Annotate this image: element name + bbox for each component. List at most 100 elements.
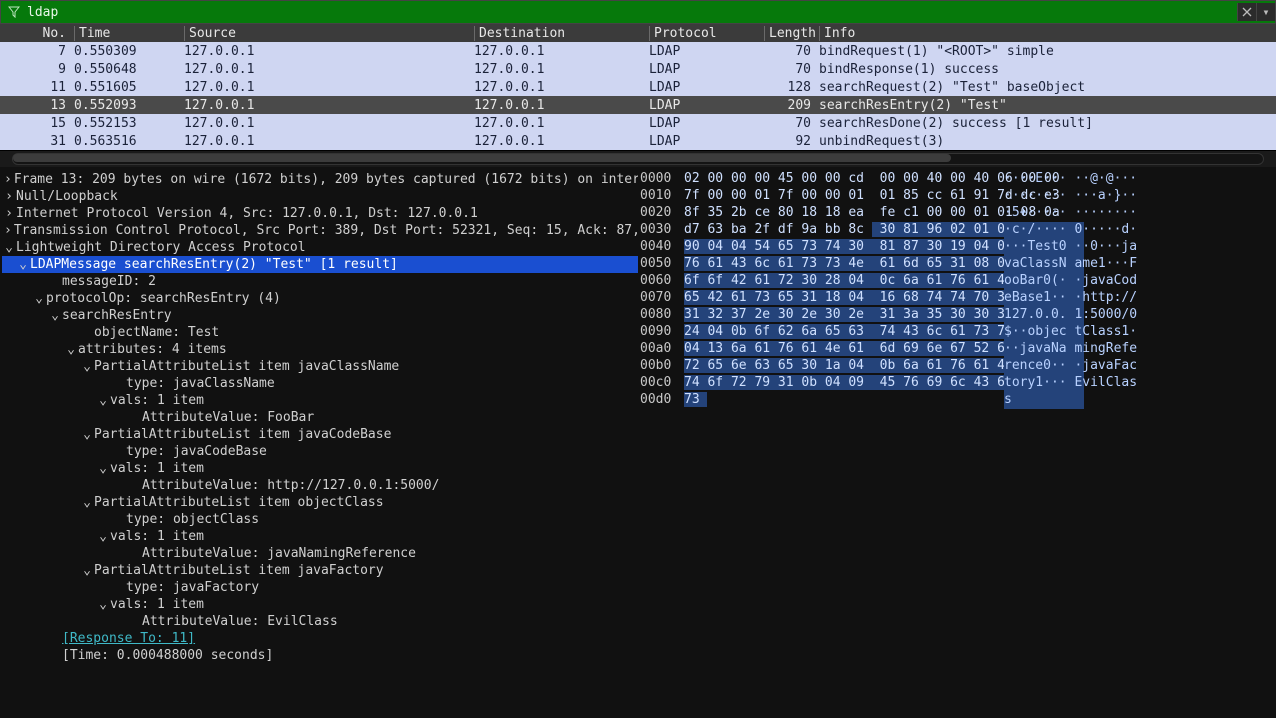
- packet-list-hscroll[interactable]: [0, 151, 1276, 167]
- packet-details-tree[interactable]: ›Frame 13: 209 bytes on wire (1672 bits)…: [0, 167, 638, 697]
- tree-node[interactable]: ·AttributeValue: EvilClass: [2, 613, 638, 630]
- tree-caret-icon[interactable]: ⌄: [82, 359, 92, 374]
- tree-node[interactable]: ⌄vals: 1 item: [2, 392, 638, 409]
- col-header-length[interactable]: Length: [764, 26, 819, 41]
- packet-bytes-hex[interactable]: 000002 00 00 00 45 00 00 cd 00 00 40 00 …: [638, 167, 1276, 697]
- tree-caret-icon[interactable]: ›: [4, 206, 14, 221]
- tree-caret-icon[interactable]: ›: [4, 172, 12, 187]
- tree-node[interactable]: ·type: javaCodeBase: [2, 443, 638, 460]
- packet-row[interactable]: 310.563516127.0.0.1127.0.0.1LDAP92unbind…: [0, 132, 1276, 150]
- hex-line[interactable]: 009024 04 0b 6f 62 6a 65 63 74 43 6c 61 …: [640, 324, 1276, 341]
- tree-node-label: vals: 1 item: [108, 529, 204, 544]
- tree-node-label: vals: 1 item: [108, 597, 204, 612]
- packet-row[interactable]: 150.552153127.0.0.1127.0.0.1LDAP70search…: [0, 114, 1276, 132]
- tree-caret-icon[interactable]: ⌄: [98, 393, 108, 408]
- tree-node[interactable]: ⌄vals: 1 item: [2, 460, 638, 477]
- tree-node[interactable]: ⌄PartialAttributeList item javaCodeBase: [2, 426, 638, 443]
- tree-node[interactable]: ›Null/Loopback: [2, 188, 638, 205]
- hex-ascii: s: [1004, 392, 1084, 409]
- packet-row[interactable]: 70.550309127.0.0.1127.0.0.1LDAP70bindReq…: [0, 42, 1276, 60]
- tree-node-label: type: javaFactory: [124, 580, 259, 595]
- tree-node[interactable]: ·type: javaClassName: [2, 375, 638, 392]
- tree-node[interactable]: ·AttributeValue: http://127.0.0.1:5000/: [2, 477, 638, 494]
- tree-caret-icon[interactable]: ⌄: [18, 257, 28, 272]
- tree-node-label: type: objectClass: [124, 512, 259, 527]
- hex-line[interactable]: 00c074 6f 72 79 31 0b 04 09 45 76 69 6c …: [640, 375, 1276, 392]
- tree-node-label: AttributeValue: EvilClass: [140, 614, 338, 629]
- tree-node[interactable]: ·type: objectClass: [2, 511, 638, 528]
- tree-node[interactable]: ⌄PartialAttributeList item javaFactory: [2, 562, 638, 579]
- hex-line[interactable]: 00107f 00 00 01 7f 00 00 01 01 85 cc 61 …: [640, 188, 1276, 205]
- tree-node[interactable]: ⌄Lightweight Directory Access Protocol: [2, 239, 638, 256]
- tree-node[interactable]: ⌄PartialAttributeList item objectClass: [2, 494, 638, 511]
- tree-node[interactable]: ⌄LDAPMessage searchResEntry(2) "Test" [1…: [2, 256, 638, 273]
- hex-line[interactable]: 000002 00 00 00 45 00 00 cd 00 00 40 00 …: [640, 171, 1276, 188]
- tree-node-label: attributes: 4 items: [76, 342, 227, 357]
- tree-node[interactable]: ·objectName: Test: [2, 324, 638, 341]
- hex-line[interactable]: 00d073 s: [640, 392, 1276, 409]
- bookmark-filter-icon[interactable]: [5, 3, 23, 21]
- tree-caret-icon[interactable]: ⌄: [98, 529, 108, 544]
- tree-node[interactable]: ·AttributeValue: FooBar: [2, 409, 638, 426]
- tree-caret-icon[interactable]: ›: [4, 223, 12, 238]
- tree-caret-icon[interactable]: ›: [4, 189, 14, 204]
- col-header-time[interactable]: Time: [74, 26, 184, 41]
- tree-node[interactable]: ⌄vals: 1 item: [2, 596, 638, 613]
- packet-row[interactable]: 130.552093127.0.0.1127.0.0.1LDAP209searc…: [0, 96, 1276, 114]
- hex-line[interactable]: 007065 42 61 73 65 31 18 04 16 68 74 74 …: [640, 290, 1276, 307]
- tree-node[interactable]: ·messageID: 2: [2, 273, 638, 290]
- tree-node-label: objectName: Test: [92, 325, 219, 340]
- packet-row[interactable]: 110.551605127.0.0.1127.0.0.1LDAP128searc…: [0, 78, 1276, 96]
- tree-caret-icon[interactable]: ⌄: [98, 461, 108, 476]
- tree-caret-icon[interactable]: ⌄: [82, 427, 92, 442]
- col-header-source[interactable]: Source: [184, 26, 474, 41]
- tree-caret-icon[interactable]: ⌄: [50, 308, 60, 323]
- hex-line[interactable]: 00208f 35 2b ce 80 18 18 ea fe c1 00 00 …: [640, 205, 1276, 222]
- hscroll-thumb[interactable]: [13, 154, 951, 162]
- tree-node[interactable]: ·[Time: 0.000488000 seconds]: [2, 647, 638, 664]
- hex-line[interactable]: 00a004 13 6a 61 76 61 4e 61 6d 69 6e 67 …: [640, 341, 1276, 358]
- filter-clear-button[interactable]: [1237, 3, 1256, 21]
- hex-bytes: 72 65 6e 63 65 30 1a 04 0b 6a 61 76 61 4…: [684, 358, 1004, 375]
- tree-node-label: [Time: 0.000488000 seconds]: [60, 648, 273, 663]
- hex-offset: 00a0: [640, 341, 684, 358]
- hex-ascii: rence0·· ·javaFac: [1004, 358, 1084, 375]
- tree-caret-spacer: ·: [130, 410, 140, 425]
- tree-node-label: messageID: 2: [60, 274, 156, 289]
- tree-node[interactable]: ·[Response To: 11]: [2, 630, 638, 647]
- tree-caret-spacer: ·: [130, 546, 140, 561]
- packet-list-header[interactable]: No. Time Source Destination Protocol Len…: [0, 24, 1276, 42]
- tree-node[interactable]: ⌄attributes: 4 items: [2, 341, 638, 358]
- tree-node-label: PartialAttributeList item javaClassName: [92, 359, 399, 374]
- filter-dropdown-button[interactable]: ▾: [1256, 3, 1275, 21]
- tree-node[interactable]: ·type: javaFactory: [2, 579, 638, 596]
- tree-node[interactable]: ⌄protocolOp: searchResEntry (4): [2, 290, 638, 307]
- tree-caret-icon[interactable]: ⌄: [82, 563, 92, 578]
- col-header-dest[interactable]: Destination: [474, 26, 649, 41]
- col-header-proto[interactable]: Protocol: [649, 26, 764, 41]
- display-filter-input[interactable]: [27, 3, 1237, 21]
- tree-caret-icon[interactable]: ⌄: [98, 597, 108, 612]
- hex-bytes: d7 63 ba 2f df 9a bb 8c 30 81 96 02 01 0…: [684, 222, 1004, 239]
- tree-node[interactable]: ⌄vals: 1 item: [2, 528, 638, 545]
- hex-line[interactable]: 008031 32 37 2e 30 2e 30 2e 31 3a 35 30 …: [640, 307, 1276, 324]
- hex-line[interactable]: 00b072 65 6e 63 65 30 1a 04 0b 6a 61 76 …: [640, 358, 1276, 375]
- tree-caret-icon[interactable]: ⌄: [82, 495, 92, 510]
- tree-caret-icon[interactable]: ⌄: [34, 291, 44, 306]
- tree-node[interactable]: ›Internet Protocol Version 4, Src: 127.0…: [2, 205, 638, 222]
- tree-node[interactable]: ·AttributeValue: javaNamingReference: [2, 545, 638, 562]
- tree-node[interactable]: ›Frame 13: 209 bytes on wire (1672 bits)…: [2, 171, 638, 188]
- tree-caret-icon[interactable]: ⌄: [66, 342, 76, 357]
- packet-row[interactable]: 90.550648127.0.0.1127.0.0.1LDAP70bindRes…: [0, 60, 1276, 78]
- hex-line[interactable]: 005076 61 43 6c 61 73 73 4e 61 6d 65 31 …: [640, 256, 1276, 273]
- hex-line[interactable]: 004090 04 04 54 65 73 74 30 81 87 30 19 …: [640, 239, 1276, 256]
- tree-node[interactable]: ⌄searchResEntry: [2, 307, 638, 324]
- col-header-info[interactable]: Info: [819, 26, 1272, 41]
- tree-caret-icon[interactable]: ⌄: [4, 240, 14, 255]
- hex-line[interactable]: 00606f 6f 42 61 72 30 28 04 0c 6a 61 76 …: [640, 273, 1276, 290]
- col-header-no[interactable]: No.: [4, 26, 74, 41]
- packet-list: No. Time Source Destination Protocol Len…: [0, 24, 1276, 151]
- hex-line[interactable]: 0030d7 63 ba 2f df 9a bb 8c 30 81 96 02 …: [640, 222, 1276, 239]
- tree-node[interactable]: ›Transmission Control Protocol, Src Port…: [2, 222, 638, 239]
- tree-node[interactable]: ⌄PartialAttributeList item javaClassName: [2, 358, 638, 375]
